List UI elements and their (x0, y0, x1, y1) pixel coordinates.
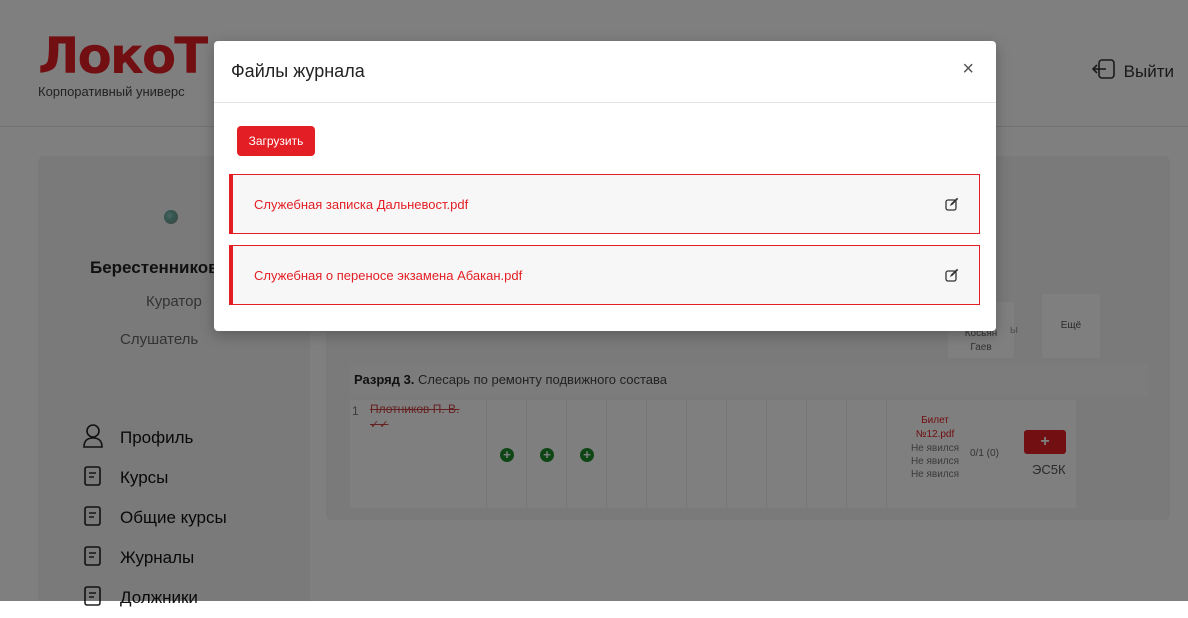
file-item: Служебная записка Дальневост.pdf (229, 174, 980, 234)
upload-button[interactable]: Загрузить (237, 126, 315, 156)
file-link[interactable]: Служебная записка Дальневост.pdf (254, 197, 468, 212)
journal-files-modal: Файлы журнала × Загрузить Служебная запи… (214, 41, 996, 331)
file-link[interactable]: Служебная о переносе экзамена Абакан.pdf (254, 268, 522, 283)
modal-header: Файлы журнала × (214, 41, 996, 103)
edit-icon[interactable] (945, 268, 959, 287)
close-icon[interactable]: × (962, 58, 974, 80)
file-item: Служебная о переносе экзамена Абакан.pdf (229, 245, 980, 305)
edit-icon[interactable] (945, 197, 959, 216)
modal-title: Файлы журнала (231, 61, 365, 81)
